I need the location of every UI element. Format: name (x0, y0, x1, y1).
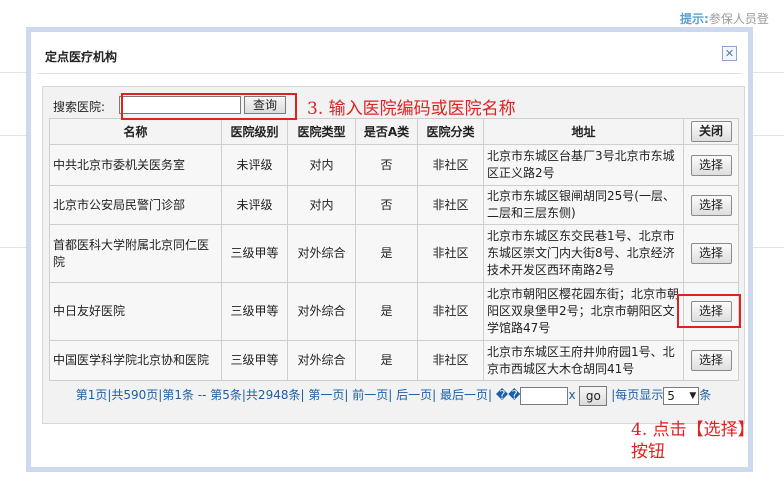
hospital-category: 非社区 (417, 282, 484, 341)
select-button[interactable]: 选择 (690, 350, 732, 371)
search-bar: 搜索医院: 查询 3. 输入医院编码或医院名称 (49, 91, 738, 120)
hospital-type: 对外综合 (287, 282, 356, 341)
select-button[interactable]: 选择 (690, 243, 732, 264)
table-row: 首都医科大学附属北京同仁医院 三级甲等 对外综合 是 非社区 北京市东城区东交民… (49, 224, 739, 283)
hospital-address: 北京市东城区东交民巷1号、北京市东城区崇文门内大街8号、北京经济技术开发区西环南… (483, 224, 684, 283)
select-button[interactable]: 选择 (690, 154, 732, 176)
pagination: 第1页|共590页|第1条 -- 第5条|共2948条| 第一页| 前一页| 后… (49, 381, 738, 409)
table-row: 北京市公安局民警门诊部 未评级 对内 否 非社区 北京市东城区银闸胡同25号(一… (49, 185, 739, 225)
hospital-level: 未评级 (221, 144, 288, 186)
table-header: 名称 医院级别 医院类型 是否A类 医院分类 地址 关闭 (49, 118, 739, 145)
hospital-dialog: 定点医疗机构 ✕ 搜索医院: 查询 3. 输入医院编码或医院名称 名称 医院级别 (26, 27, 755, 472)
divider (37, 73, 742, 74)
hospital-is-a: 是 (355, 340, 418, 381)
hospital-type: 对内 (287, 144, 356, 186)
action-cell: 选择 (683, 144, 739, 186)
goto-label: �� (495, 388, 521, 402)
go-button[interactable]: go (579, 385, 608, 406)
hospital-level: 三级甲等 (221, 282, 288, 341)
per-page-suffix: 条 (699, 388, 712, 402)
hospital-is-a: 否 (355, 144, 418, 186)
last-page-link[interactable]: 最后一页 (440, 388, 488, 402)
hospital-name: 中共北京市委机关医务室 (49, 144, 222, 186)
hospital-name: 中国医学科学院北京协和医院 (49, 340, 222, 381)
action-cell: 选择 (683, 340, 739, 381)
hospital-address: 北京市东城区王府井帅府园1号、北京市西城区大木仓胡同41号 (483, 340, 684, 381)
hospital-type: 对外综合 (287, 224, 356, 283)
hospital-address: 北京市东城区台基厂3号北京市东城区正义路2号 (483, 144, 684, 186)
hospital-is-a: 是 (355, 224, 418, 283)
close-icon[interactable]: ✕ (722, 46, 737, 61)
action-cell: 选择 (683, 224, 739, 283)
table-row: 中共北京市委机关医务室 未评级 对内 否 非社区 北京市东城区台基厂3号北京市东… (49, 144, 739, 186)
col-is-a: 是否A类 (355, 118, 418, 145)
annotation-step4: 4. 点击【选择】 按钮 (631, 419, 755, 463)
page-summary: 第1页|共590页|第1条 -- 第5条|共2948条| (75, 388, 305, 402)
col-category: 医院分类 (417, 118, 484, 145)
hospital-is-a: 是 (355, 282, 418, 341)
hint-text: 提示:参保人员登 (680, 12, 769, 26)
col-type: 医院类型 (287, 118, 356, 145)
dialog-body: 定点医疗机构 ✕ 搜索医院: 查询 3. 输入医院编码或医院名称 名称 医院级别 (31, 32, 755, 467)
hospital-category: 非社区 (417, 224, 484, 283)
col-name: 名称 (49, 118, 222, 145)
hospital-type: 对外综合 (287, 340, 356, 381)
table-row: 中国医学科学院北京协和医院 三级甲等 对外综合 是 非社区 北京市东城区王府井帅… (49, 340, 739, 381)
col-level: 医院级别 (221, 118, 288, 145)
hospital-category: 非社区 (417, 185, 484, 225)
chevron-down-icon: ▼ (689, 390, 697, 401)
annotation-step3: 3. 输入医院编码或医院名称 (307, 99, 516, 119)
next-page-link[interactable]: 后一页 (396, 388, 432, 402)
prev-page-link[interactable]: 前一页 (352, 388, 388, 402)
action-cell: 选择 (683, 185, 739, 225)
search-highlight-box (121, 93, 297, 120)
hospital-table: 名称 医院级别 医院类型 是否A类 医院分类 地址 关闭 中共北京市委机关医务室… (49, 118, 739, 381)
col-address: 地址 (483, 118, 684, 145)
per-page-select[interactable]: 5 ▼ (663, 386, 700, 405)
goto-suffix: x (568, 388, 576, 402)
table-row: 中日友好医院 三级甲等 对外综合 是 非社区 北京市朝阳区樱花园东街；北京市朝阳… (49, 282, 739, 341)
hospital-name: 中日友好医院 (49, 282, 222, 341)
hospital-level: 三级甲等 (221, 224, 288, 283)
hospital-category: 非社区 (417, 340, 484, 381)
select-highlight-box (677, 294, 741, 328)
hospital-category: 非社区 (417, 144, 484, 186)
hospital-address: 北京市朝阳区樱花园东街；北京市朝阳区双泉堡甲2号；北京市朝阳区文学馆路47号 (483, 282, 684, 341)
annotation-step4-line2: 按钮 (631, 442, 665, 462)
hospital-type: 对内 (287, 185, 356, 225)
select-button[interactable]: 选择 (690, 194, 732, 216)
hospital-name: 北京市公安局民警门诊部 (49, 185, 222, 225)
dialog-title: 定点医疗机构 (45, 50, 118, 64)
first-page-link[interactable]: 第一页 (308, 388, 344, 402)
hospital-level: 三级甲等 (221, 340, 288, 381)
annotation-step4-line1: 4. 点击【选择】 (631, 420, 755, 440)
close-table-cell: 关闭 (683, 118, 739, 145)
hospital-address: 北京市东城区银闸胡同25号(一层、二层和三层东侧) (483, 185, 684, 225)
dialog-content: 搜索医院: 查询 3. 输入医院编码或医院名称 名称 医院级别 医院类型 是否A… (42, 86, 745, 424)
hospital-is-a: 否 (355, 185, 418, 225)
per-page-value: 5 (667, 388, 675, 403)
hospital-name: 首都医科大学附属北京同仁医院 (49, 224, 222, 283)
search-label: 搜索医院: (53, 100, 106, 114)
close-button[interactable]: 关闭 (690, 121, 732, 142)
hospital-level: 未评级 (221, 185, 288, 225)
goto-page-input[interactable] (520, 386, 569, 405)
per-page-label: |每页显示 (611, 388, 664, 402)
